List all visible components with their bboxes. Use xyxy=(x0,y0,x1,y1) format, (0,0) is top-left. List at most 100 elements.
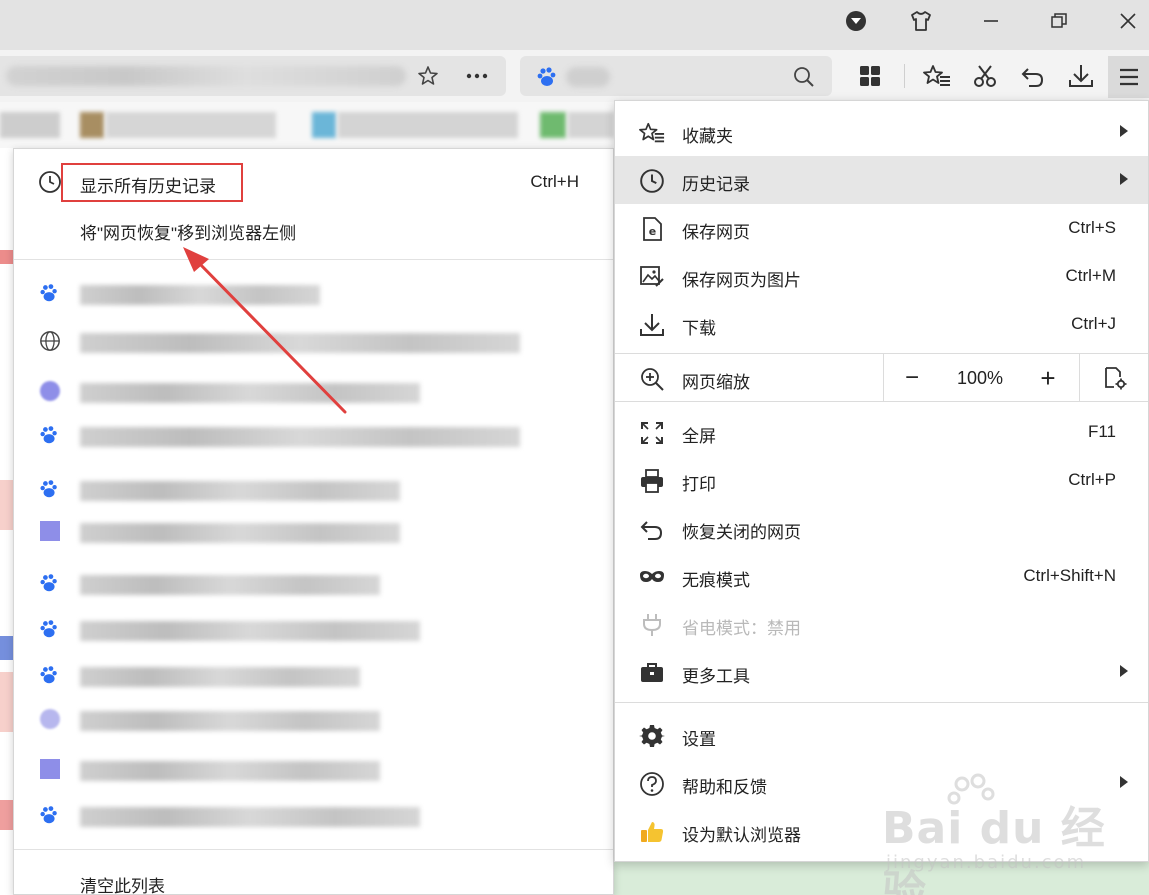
shirt-icon[interactable] xyxy=(906,6,936,36)
fullscreen-icon xyxy=(639,420,665,446)
star-icon[interactable] xyxy=(416,64,440,88)
baidu-paw-icon xyxy=(536,65,560,89)
toolbox-icon xyxy=(639,660,665,686)
baidu-paw-icon xyxy=(38,423,62,447)
history-entry[interactable] xyxy=(14,511,613,551)
menu-label-fullscreen: 全屏 xyxy=(682,427,716,446)
menu-item-download[interactable]: 下载 Ctrl+J xyxy=(615,300,1148,348)
chevron-right-icon xyxy=(1120,665,1128,677)
printer-icon xyxy=(639,468,665,494)
blurred-entry-text xyxy=(80,621,420,641)
zoom-out-button[interactable]: − xyxy=(897,354,927,402)
menu-item-save-image[interactable]: 保存网页为图片 Ctrl+M xyxy=(615,252,1148,300)
address-bar[interactable] xyxy=(0,56,506,96)
menu-label-save-page: 保存网页 xyxy=(682,223,750,242)
blurred-entry-text xyxy=(80,575,380,595)
history-entry[interactable] xyxy=(14,795,613,835)
blurred-entry-text xyxy=(80,481,400,501)
menu-item-restore-closed[interactable]: 恢复关闭的网页 xyxy=(615,504,1148,552)
menu-label-settings: 设置 xyxy=(682,730,716,749)
page-edge-mark xyxy=(0,250,13,264)
menu-shortcut-print: Ctrl+P xyxy=(1068,470,1116,489)
history-entry[interactable] xyxy=(14,415,613,455)
menu-item-zoom: 网页缩放 − 100% + xyxy=(615,354,1148,402)
menu-label-help: 帮助和反馈 xyxy=(682,778,767,797)
menu-item-save-page[interactable]: e 保存网页 Ctrl+S xyxy=(615,204,1148,252)
history-entry[interactable] xyxy=(14,273,613,313)
menu-item-fullscreen[interactable]: 全屏 F11 xyxy=(615,408,1148,456)
page-settings-icon[interactable] xyxy=(1099,354,1131,402)
download-icon[interactable] xyxy=(1065,60,1097,92)
close-icon[interactable] xyxy=(1113,6,1143,36)
blurred-entry-text xyxy=(80,761,380,781)
gear-icon xyxy=(639,723,665,749)
bookmark-item[interactable] xyxy=(0,112,60,138)
baidu-paw-icon xyxy=(38,571,62,595)
history-entry[interactable] xyxy=(14,371,613,411)
bookmark-icon xyxy=(540,112,566,138)
zoom-in-button[interactable]: + xyxy=(1033,354,1063,402)
history-entry[interactable] xyxy=(14,699,613,739)
grid-apps-icon[interactable] xyxy=(854,60,886,92)
history-separator xyxy=(14,849,613,850)
menu-item-settings[interactable]: 设置 xyxy=(615,711,1148,759)
favicon xyxy=(38,707,62,731)
incognito-mask-icon xyxy=(639,564,665,590)
star-list-icon xyxy=(639,120,665,146)
menu-shortcut-download: Ctrl+J xyxy=(1071,314,1116,333)
plug-icon xyxy=(639,612,665,638)
baidu-paw-icon xyxy=(38,477,62,501)
restore-icon[interactable] xyxy=(1044,6,1074,36)
blurred-entry-text xyxy=(80,523,400,543)
history-entry[interactable] xyxy=(14,563,613,603)
bookmark-icon xyxy=(312,112,336,138)
menu-item-print[interactable]: 打印 Ctrl+P xyxy=(615,456,1148,504)
menu-item-favorites[interactable]: 收藏夹 xyxy=(615,108,1148,156)
hamburger-menu-button[interactable] xyxy=(1108,56,1149,98)
search-box[interactable] xyxy=(520,56,832,96)
bookmark-item[interactable] xyxy=(106,112,276,138)
menu-item-more-tools[interactable]: 更多工具 xyxy=(615,648,1148,696)
favicon xyxy=(38,757,62,781)
menu-label-incognito: 无痕模式 xyxy=(682,571,750,590)
globe-icon xyxy=(38,329,62,353)
blurred-entry-text xyxy=(80,383,420,403)
menu-label-power-save: 省电模式：禁用 xyxy=(682,619,801,638)
search-icon[interactable] xyxy=(792,65,816,89)
favicon xyxy=(38,379,62,403)
star-list-icon[interactable] xyxy=(921,60,953,92)
blurred-entry-text xyxy=(80,333,520,353)
menu-item-history[interactable]: 历史记录 xyxy=(615,156,1148,204)
browser-main-menu: 收藏夹 历史记录 e 保存网页 Ctrl+S 保存网页为图片 Ctrl+M 下载… xyxy=(614,100,1149,862)
history-entry[interactable] xyxy=(14,609,613,649)
dropdown-circle-icon[interactable] xyxy=(841,6,871,36)
menu-label-restore-closed: 恢复关闭的网页 xyxy=(682,523,801,542)
baidu-jingyan-watermark: Bai du 经验 jingyan.baidu.com xyxy=(880,770,1140,895)
undo-icon xyxy=(639,516,665,542)
toolbar xyxy=(0,50,1149,102)
history-entry[interactable] xyxy=(14,321,613,361)
toolbar-divider xyxy=(904,64,905,88)
menu-separator xyxy=(615,702,1148,703)
menu-item-incognito[interactable]: 无痕模式 Ctrl+Shift+N xyxy=(615,552,1148,600)
bookmark-item[interactable] xyxy=(338,112,518,138)
blurred-search-engine xyxy=(566,67,610,87)
zoom-divider xyxy=(1079,354,1080,402)
scissors-icon[interactable] xyxy=(969,60,1001,92)
history-entry[interactable] xyxy=(14,749,613,789)
history-entry[interactable] xyxy=(14,469,613,509)
bookmark-item[interactable] xyxy=(568,112,614,138)
more-dots-icon[interactable] xyxy=(464,64,490,88)
blurred-entry-text xyxy=(80,285,320,305)
clear-list-item[interactable]: 清空此列表 xyxy=(14,864,613,895)
clock-icon xyxy=(639,168,665,194)
page-edge-mark xyxy=(0,480,13,530)
blurred-entry-text xyxy=(80,807,420,827)
history-entry[interactable] xyxy=(14,655,613,695)
move-restore-item[interactable]: 将"网页恢复"移到浏览器左侧 xyxy=(14,209,613,249)
page-edge-mark xyxy=(0,800,13,830)
minimize-icon[interactable] xyxy=(976,6,1006,36)
undo-icon[interactable] xyxy=(1017,60,1049,92)
chevron-right-icon xyxy=(1120,173,1128,185)
show-all-history-shortcut: Ctrl+H xyxy=(530,172,579,191)
